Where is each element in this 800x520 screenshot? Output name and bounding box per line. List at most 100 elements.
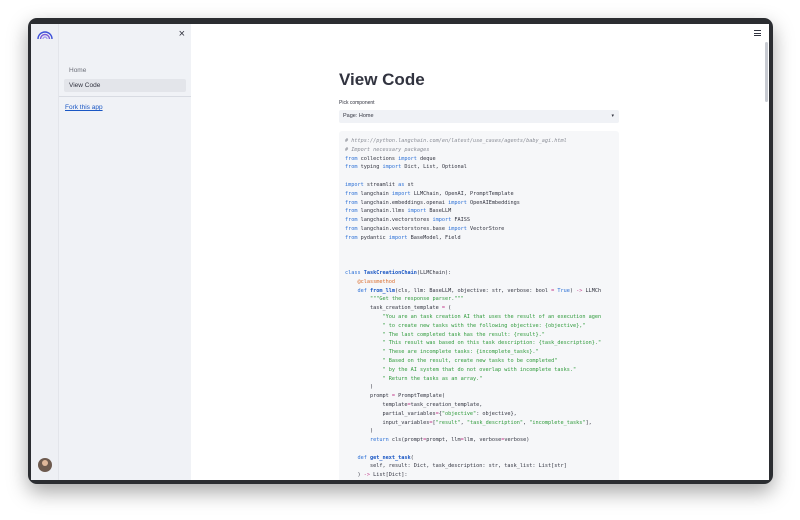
sidebar-nav: Home View Code xyxy=(64,64,186,94)
code-token: " The last completed task has the result… xyxy=(382,331,545,338)
code-line: " The last completed task has the result… xyxy=(345,331,619,340)
code-token: List[Dict]: xyxy=(370,472,408,479)
code-token: return xyxy=(370,437,389,444)
scrollbar[interactable] xyxy=(765,42,768,102)
code-token: ) xyxy=(345,472,364,479)
code-token: ) xyxy=(345,428,374,435)
code-token: template xyxy=(345,401,408,408)
sidebar: × Home View Code Fork this app xyxy=(59,24,191,480)
code-line: ) xyxy=(345,427,619,436)
code-line: from collections import deque xyxy=(345,155,619,164)
code-token: import xyxy=(448,225,467,232)
code-token: " Based on the result, create new tasks … xyxy=(382,357,558,364)
code-token: # https://python.langchain.com/en/latest… xyxy=(345,138,567,144)
code-token: import xyxy=(391,190,411,197)
code-token: import xyxy=(432,217,452,224)
code-token: TaskCreationChain xyxy=(363,269,417,276)
code-line: partial_variables={"objective": objectiv… xyxy=(345,410,619,419)
code-token: import xyxy=(448,199,467,206)
code-token: @classmethod xyxy=(357,278,395,285)
code-token: st xyxy=(404,181,414,188)
code-line: class TaskCreationChain(LLMChain): xyxy=(345,269,619,278)
code-block: # https://python.langchain.com/en/latest… xyxy=(339,131,619,480)
code-token: FAISS xyxy=(451,217,470,224)
code-token: "incomplete_tasks" xyxy=(529,419,586,426)
code-token: VectorStore xyxy=(466,225,505,232)
code-line: from langchain.llms import BaseLLM xyxy=(345,207,619,216)
code-token: ( xyxy=(410,454,414,461)
code-token: True xyxy=(557,287,570,294)
code-line: " These are incomplete tasks: {incomplet… xyxy=(345,348,619,357)
code-token: ( xyxy=(444,305,452,312)
close-sidebar-icon[interactable]: × xyxy=(179,28,185,40)
code-token: : objective}, xyxy=(476,410,517,417)
code-line: def from_llm(cls, llm: BaseLLM, objectiv… xyxy=(345,287,619,296)
code-token: from xyxy=(345,234,358,241)
code-line: return cls(prompt=prompt, llm=llm, verbo… xyxy=(345,436,619,445)
code-token: deque xyxy=(416,155,436,162)
code-token: streamlit xyxy=(363,181,399,188)
code-token: partial_variables xyxy=(345,410,436,417)
code-token: verbose) xyxy=(504,437,530,444)
code-token: ], xyxy=(585,419,592,426)
code-token: import xyxy=(382,164,402,171)
code-line: prompt = PromptTemplate( xyxy=(345,392,619,401)
code-token: task_creation_template xyxy=(345,305,442,312)
code-token: import xyxy=(398,155,417,162)
code-token: prompt xyxy=(345,393,392,400)
code-token: get_next_task xyxy=(370,454,411,461)
code-token: pydantic xyxy=(357,234,389,241)
code-token: BaseLLM xyxy=(426,208,452,215)
user-avatar[interactable] xyxy=(38,458,52,472)
code-token: " to create new tasks with the following… xyxy=(382,322,586,329)
code-token: import xyxy=(388,234,408,241)
page-title: View Code xyxy=(339,70,425,89)
code-token: from xyxy=(345,190,358,197)
fork-app-link[interactable]: Fork this app xyxy=(65,104,103,111)
sidebar-item-view-code[interactable]: View Code xyxy=(64,79,186,92)
hamburger-menu-icon[interactable] xyxy=(754,30,761,36)
code-token: import xyxy=(345,181,364,188)
code-line: ) -> List[Dict]: xyxy=(345,471,619,480)
code-token: ) xyxy=(345,384,374,391)
code-token: typing xyxy=(357,164,383,171)
component-select[interactable]: Page: Home ▾ xyxy=(339,110,619,123)
code-token: langchain.vectorstores xyxy=(357,217,433,224)
main-content: View Code Pick component Page: Home ▾ # … xyxy=(339,68,619,480)
left-toolbar xyxy=(31,24,59,480)
code-line: from typing import Dict, List, Optional xyxy=(345,163,619,172)
code-line: " Return the tasks as an array." xyxy=(345,375,619,384)
code-token: from xyxy=(345,208,358,215)
code-token: (cls, llm: BaseLLM, objective: str, verb… xyxy=(395,287,552,294)
sidebar-divider xyxy=(59,96,191,97)
code-token: LLMCh xyxy=(582,287,602,294)
code-token: from xyxy=(345,164,358,171)
code-token: "task_description" xyxy=(466,419,524,426)
code-token: import xyxy=(407,208,427,215)
code-token: langchain.vectorstores.base xyxy=(357,225,449,232)
code-token: # Import necessary packages xyxy=(345,146,430,153)
code-token: cls(prompt xyxy=(388,437,424,444)
code-token: OpenAIEmbeddings xyxy=(466,199,520,206)
code-token: " Return the tasks as an array." xyxy=(382,375,483,382)
code-line: # Import necessary packages xyxy=(345,146,619,155)
code-token: prompt, llm xyxy=(426,437,461,444)
code-line: from langchain.embeddings.openai import … xyxy=(345,199,619,208)
code-token: " This result was based on this task des… xyxy=(382,340,602,347)
sidebar-item-home[interactable]: Home xyxy=(64,64,186,77)
code-token: collections xyxy=(357,155,399,162)
code-line: " to create new tasks with the following… xyxy=(345,322,619,331)
code-token: class xyxy=(345,269,361,276)
code-token: LLMChain, OpenAI, PromptTemplate xyxy=(410,190,514,197)
code-token: from_llm xyxy=(370,287,395,294)
